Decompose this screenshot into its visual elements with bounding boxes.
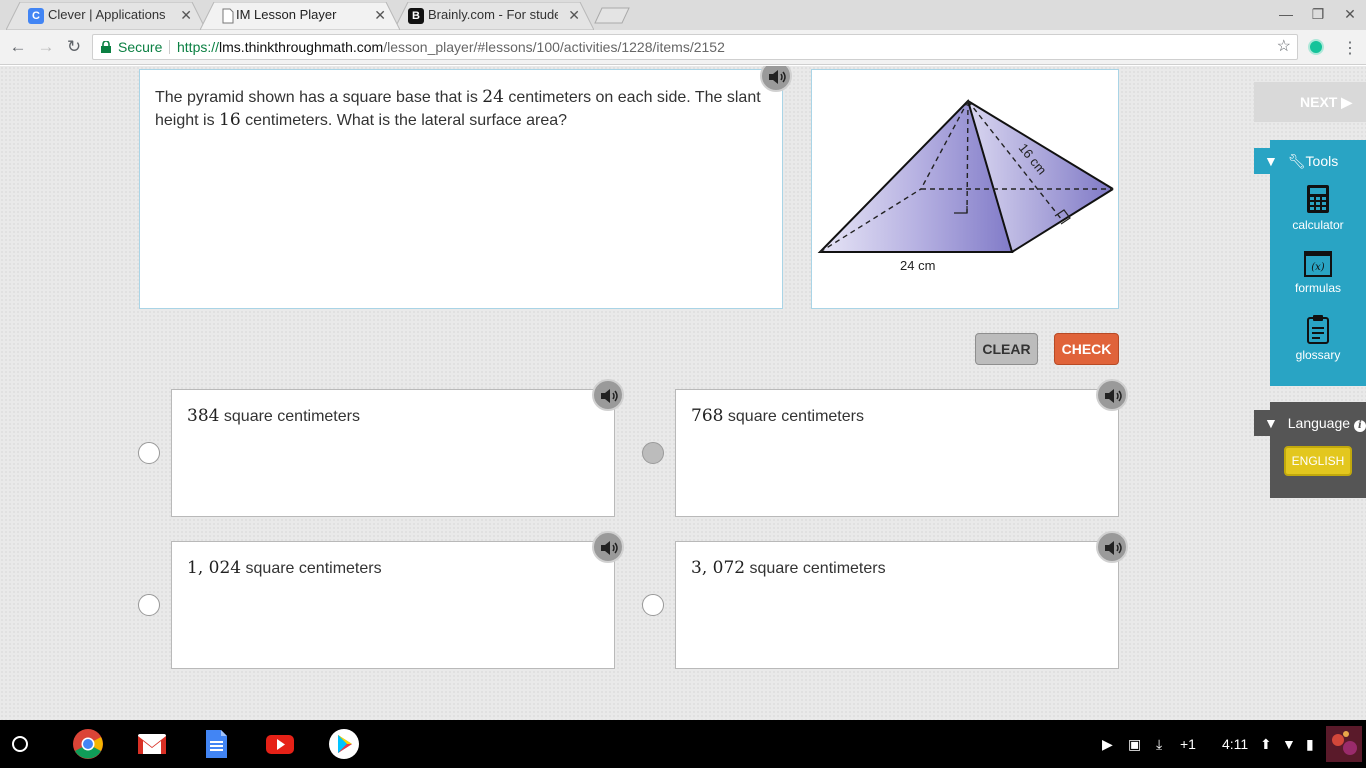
address-bar[interactable]: Secure https://lms.thinkthroughmath.com/… <box>92 34 1298 60</box>
tab-title: IM Lesson Player <box>236 7 337 22</box>
choice-d[interactable]: 3, 072 square centimeters <box>675 541 1119 669</box>
question-audio-button[interactable] <box>760 66 792 92</box>
lesson-player: The pyramid shown has a square base that… <box>0 66 1366 720</box>
tab-title: Clever | Applications <box>48 7 166 22</box>
notification-count[interactable]: +1 <box>1180 720 1196 768</box>
battery-icon[interactable]: ▮ <box>1306 720 1314 768</box>
gmail-icon[interactable] <box>136 728 168 760</box>
minimize-icon[interactable]: — <box>1276 6 1296 22</box>
choice-c-radio[interactable] <box>138 594 160 616</box>
back-icon[interactable]: ← <box>8 37 28 57</box>
choice-c[interactable]: 1, 024 square centimeters <box>171 541 615 669</box>
maximize-icon[interactable]: ❐ <box>1308 6 1328 23</box>
reload-icon[interactable]: ↻ <box>64 37 84 57</box>
play-store-icon[interactable] <box>328 728 360 760</box>
choice-a-radio[interactable] <box>138 442 160 464</box>
divider <box>169 40 170 54</box>
base-label: 24 cm <box>900 258 935 273</box>
forward-icon[interactable]: → <box>36 37 56 57</box>
extension-icon[interactable] <box>1308 39 1324 55</box>
os-shelf: ▶ ▣ ⤓ +1 4:11 ⬆ ▼ ▮ <box>0 720 1366 768</box>
tab-clever[interactable]: C Clever | Applications ✕ <box>6 2 206 30</box>
brainly-favicon-icon: B <box>408 8 424 24</box>
update-icon[interactable]: ⬆ <box>1260 720 1272 768</box>
english-button[interactable]: ENGLISH <box>1284 446 1352 476</box>
speaker-icon <box>769 70 786 84</box>
page-icon <box>222 8 234 24</box>
next-button[interactable]: NEXT ▶ <box>1254 82 1366 122</box>
tool-label: glossary <box>1295 348 1341 362</box>
download-icon[interactable]: ⤓ <box>1156 720 1162 768</box>
choice-c-audio-button[interactable] <box>592 531 624 563</box>
close-icon[interactable]: ✕ <box>374 2 386 28</box>
tab-title: Brainly.com - For students <box>428 7 558 22</box>
choice-a[interactable]: 384 square centimeters <box>171 389 615 517</box>
calculator-icon <box>1307 185 1329 213</box>
bookmark-star-icon[interactable]: ☆ <box>1277 35 1291 59</box>
browser-toolbar: ← → ↻ Secure https://lms.thinkthroughmat… <box>0 30 1366 65</box>
clear-button[interactable]: CLEAR <box>975 333 1038 365</box>
youtube-icon[interactable] <box>264 728 296 760</box>
question-text: The pyramid shown has a square base that… <box>155 87 761 130</box>
wifi-icon[interactable]: ▼ <box>1282 720 1296 768</box>
collapse-triangle-icon: ▼ <box>1264 153 1278 169</box>
tab-strip: C Clever | Applications ✕ IM Lesson Play… <box>0 0 1366 30</box>
info-icon[interactable]: i <box>1353 420 1366 432</box>
question-panel: The pyramid shown has a square base that… <box>139 69 783 309</box>
launcher-icon[interactable] <box>10 734 30 754</box>
lock-icon <box>101 41 111 53</box>
secure-label: Secure <box>118 39 163 55</box>
choice-text: 3, 072 square centimeters <box>691 558 886 578</box>
choice-b[interactable]: 768 square centimeters <box>675 389 1119 517</box>
avatar[interactable] <box>1326 726 1362 762</box>
clipboard-icon <box>1307 315 1329 344</box>
glossary-tool[interactable]: glossary <box>1270 314 1366 362</box>
collapse-triangle-icon: ▼ <box>1264 415 1278 431</box>
new-tab-button[interactable] <box>594 7 630 24</box>
tools-header[interactable]: ▼ 🔧︎Tools <box>1254 148 1366 174</box>
pyramid-figure-panel: 24 cm 16 cm <box>811 69 1119 309</box>
window-close-icon[interactable]: ✕ <box>1340 6 1360 23</box>
clever-favicon-icon: C <box>28 8 44 24</box>
formulas-tool[interactable]: (x) formulas <box>1270 251 1366 295</box>
choice-a-audio-button[interactable] <box>592 379 624 411</box>
choice-d-radio[interactable] <box>642 594 664 616</box>
tab-im-lesson-player[interactable]: IM Lesson Player ✕ <box>200 2 400 30</box>
choice-text: 768 square centimeters <box>691 406 864 426</box>
chrome-icon[interactable] <box>72 728 104 760</box>
speaker-icon <box>601 541 618 555</box>
check-button[interactable]: CHECK <box>1054 333 1119 365</box>
wrench-icon: 🔧︎ <box>1287 153 1306 169</box>
url-text[interactable]: https://lms.thinkthroughmath.com/lesson_… <box>177 35 725 59</box>
choice-d-audio-button[interactable] <box>1096 531 1128 563</box>
clock[interactable]: 4:11 <box>1222 720 1248 768</box>
screenshot-icon[interactable]: ▣ <box>1128 720 1141 768</box>
tool-label: formulas <box>1294 281 1341 295</box>
cast-icon[interactable]: ▶ <box>1102 720 1113 768</box>
language-header[interactable]: ▼ Language i <box>1254 410 1366 436</box>
tab-brainly[interactable]: B Brainly.com - For students ✕ <box>394 2 594 30</box>
menu-icon[interactable]: ⋮ <box>1342 38 1358 58</box>
calculator-tool[interactable]: calculator <box>1270 184 1366 232</box>
close-icon[interactable]: ✕ <box>568 2 580 28</box>
speaker-icon <box>601 389 618 403</box>
formulas-icon: (x) <box>1304 251 1332 277</box>
choice-b-audio-button[interactable] <box>1096 379 1128 411</box>
speaker-icon <box>1105 541 1122 555</box>
google-docs-icon[interactable] <box>200 728 232 760</box>
tool-label: calculator <box>1292 218 1344 232</box>
choice-text: 384 square centimeters <box>187 406 360 426</box>
close-icon[interactable]: ✕ <box>180 2 192 28</box>
choice-text: 1, 024 square centimeters <box>187 558 382 578</box>
choice-b-radio[interactable] <box>642 442 664 464</box>
pyramid-diagram: 24 cm 16 cm <box>817 99 1114 273</box>
speaker-icon <box>1105 389 1122 403</box>
svg-text:(x): (x) <box>1311 262 1325 273</box>
